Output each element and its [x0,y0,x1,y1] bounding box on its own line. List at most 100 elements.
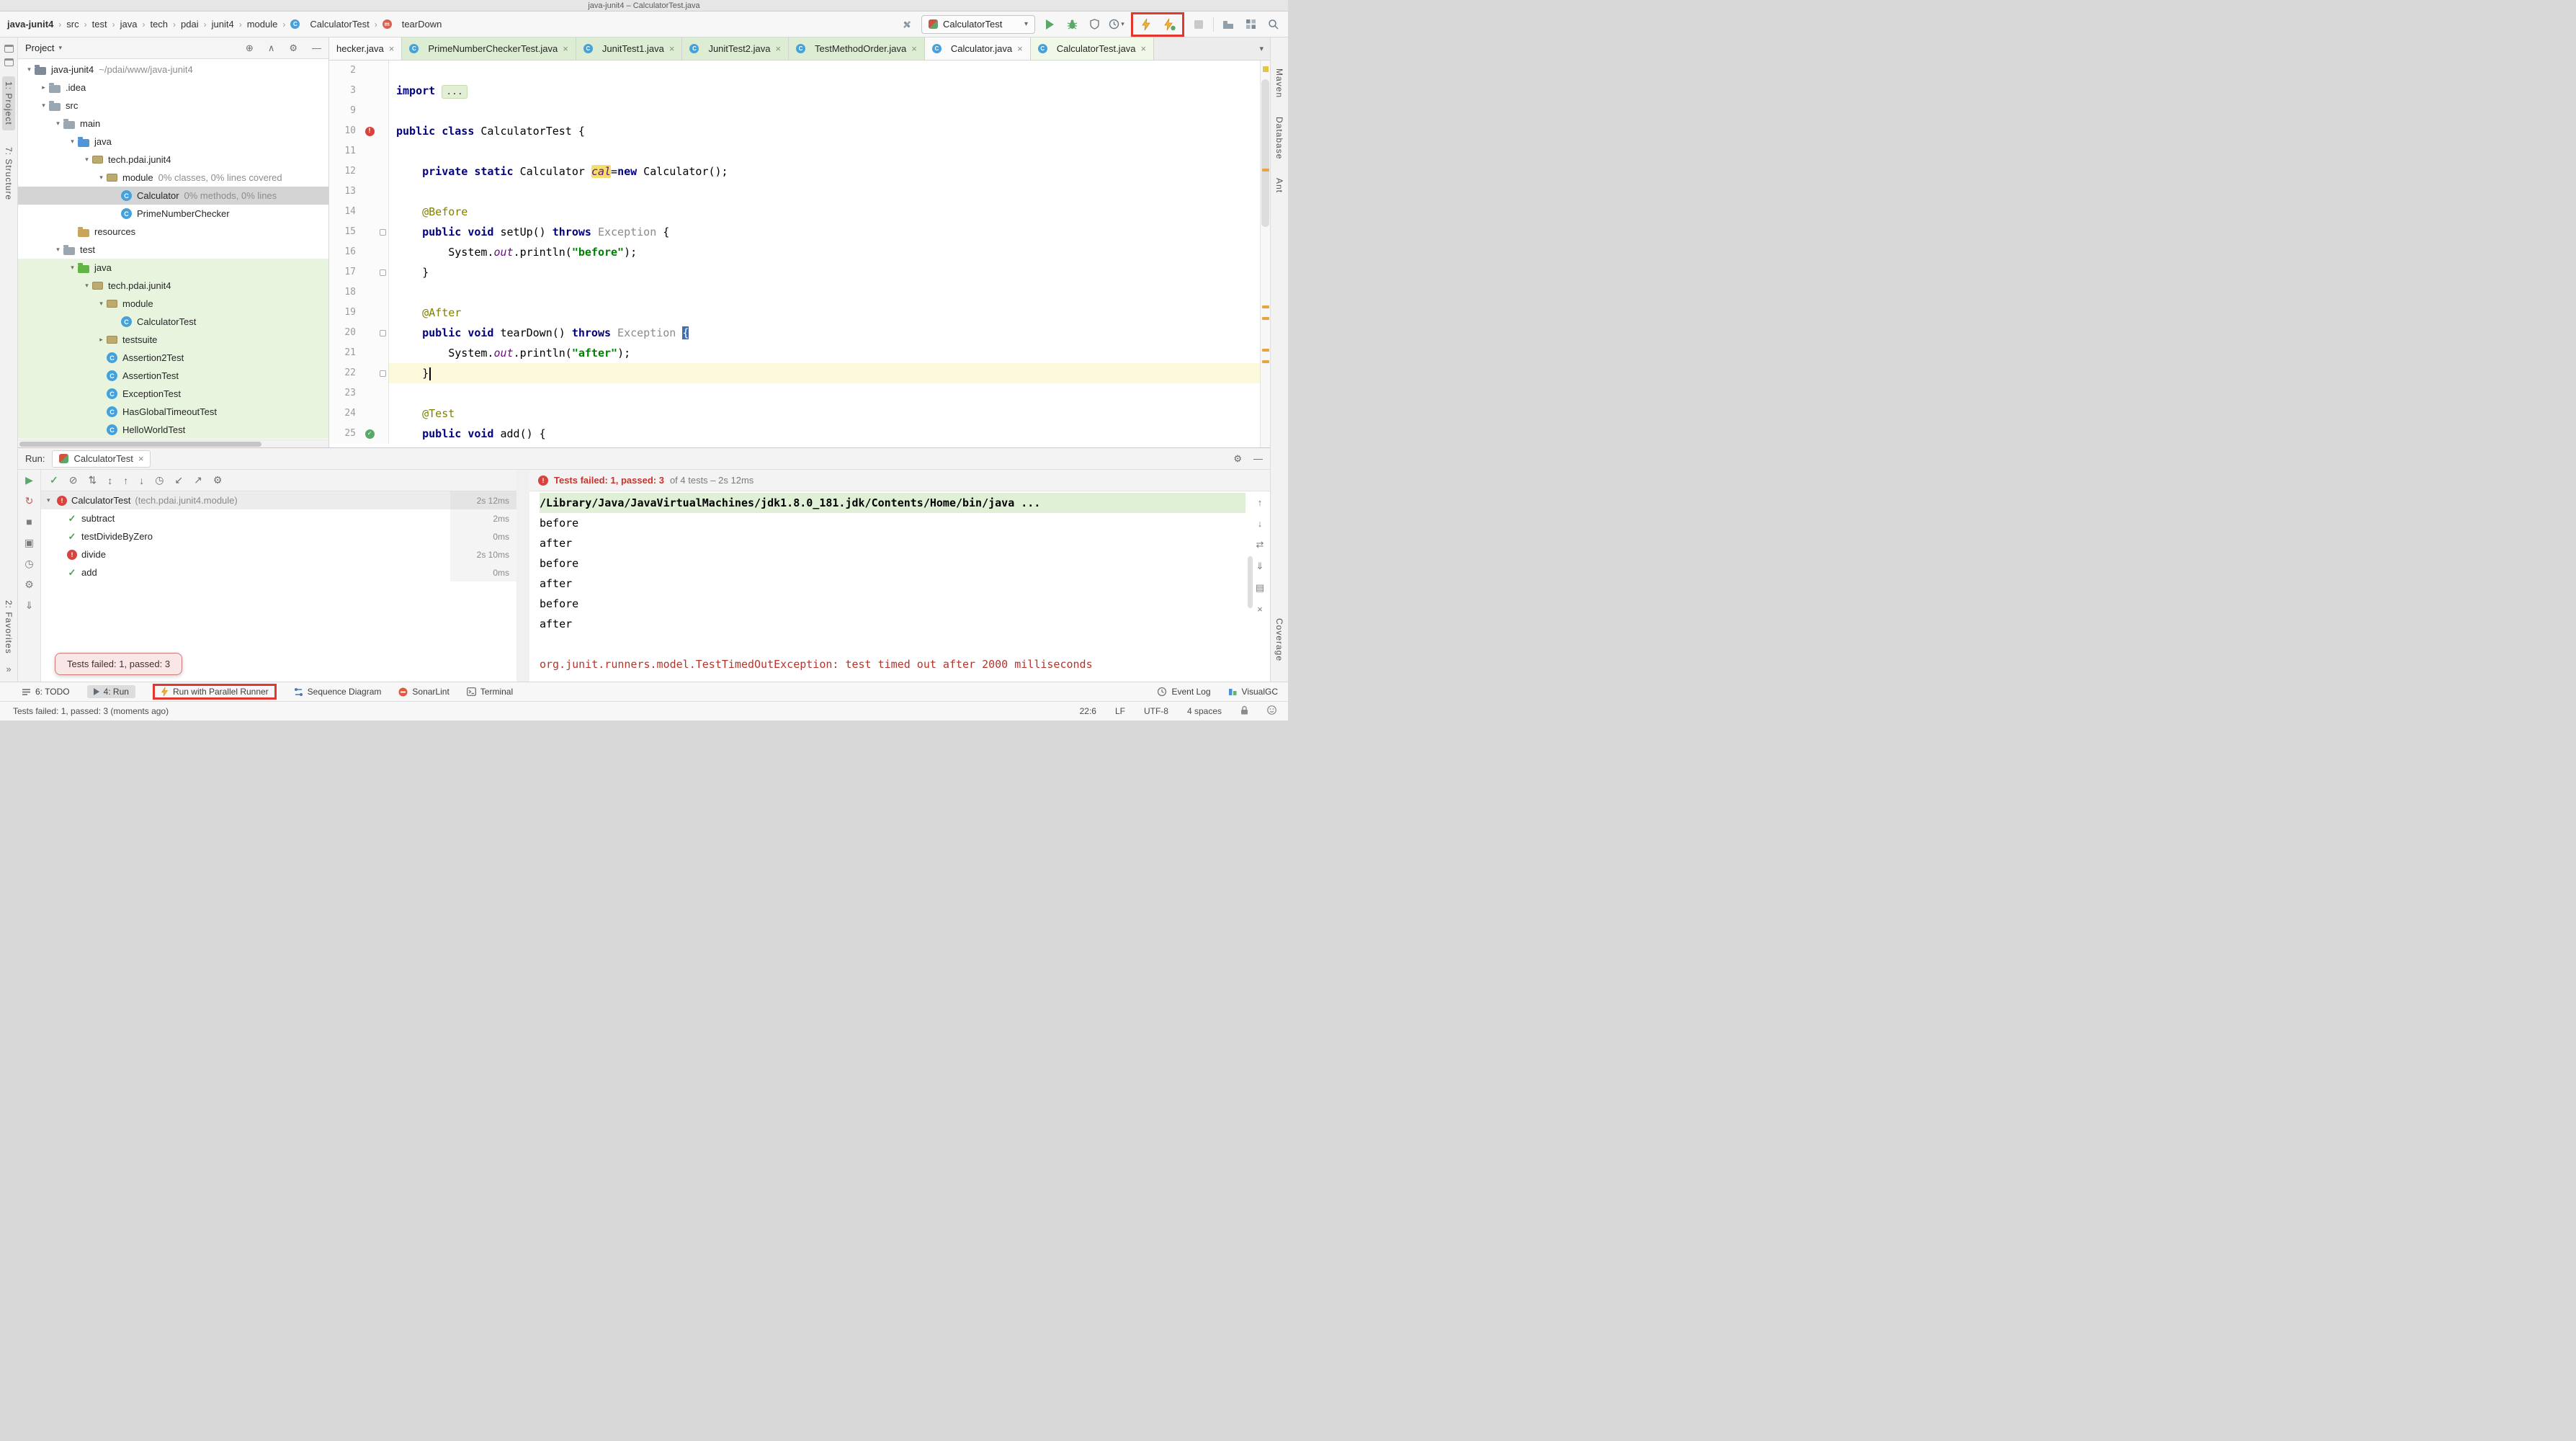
tree-item[interactable]: ▸testsuite [18,331,328,349]
tree-item[interactable]: CAssertion2Test [18,349,328,367]
stripe-mark[interactable] [1262,360,1269,363]
breadcrumb-item[interactable]: CalculatorTest [310,19,369,30]
sonarlint-button[interactable]: SonarLint [398,687,449,697]
stop-icon[interactable]: ■ [26,517,32,527]
close-icon[interactable]: × [138,453,144,464]
tree-item[interactable]: CHelloWorldTest [18,421,328,439]
visualgc-button[interactable]: VisualGC [1228,687,1278,697]
horizontal-scrollbar[interactable] [18,440,328,447]
tree-item[interactable]: ▾module [18,295,328,313]
status-message[interactable]: Tests failed: 1, passed: 3 (moments ago) [13,706,169,716]
chevron-down-icon[interactable]: ▾ [47,496,57,504]
tool-window-icon[interactable] [4,45,14,53]
editor-tab[interactable]: CTestMethodOrder.java× [789,37,925,60]
breadcrumb-item[interactable]: tech [150,19,168,30]
tree-item[interactable]: ▾java [18,133,328,151]
test-tree-row[interactable]: ! divide 2s 10ms [41,545,516,563]
pane-splitter[interactable] [516,470,529,682]
rerun-icon[interactable]: ▶ [25,475,33,485]
tree-item[interactable]: CPrimeNumberChecker [18,205,328,223]
chevron-down-icon[interactable]: ▾ [81,282,92,290]
highlighting-level-icon[interactable] [1267,705,1276,717]
snapshot-icon[interactable]: ▣ [24,537,34,548]
collapse-all-icon[interactable]: ∧ [268,43,275,54]
run-with-parallel-runner-button[interactable]: Run with Parallel Runner [153,684,277,700]
rerun-failed-tests-icon[interactable]: ↻ [25,496,34,506]
code-editor[interactable]: 2 3import ... 9 10!public class Calculat… [329,61,1270,447]
tree-item[interactable]: CExceptionTest [18,385,328,403]
editor-tab-active[interactable]: CCalculatorTest.java× [1031,37,1154,60]
terminal-button[interactable]: Terminal [467,687,513,697]
folded-code[interactable]: ... [442,85,467,99]
test-tree-row[interactable]: ▾ ! CalculatorTest (tech.pdai.junit4.mod… [41,491,516,509]
settings-icon[interactable]: ⚙ [24,579,34,589]
run-tool-window-button[interactable]: 4: Run [87,685,135,698]
stop-button[interactable] [1191,16,1207,33]
fold-marker-icon[interactable] [380,229,386,236]
breadcrumb-item[interactable]: pdai [181,19,199,30]
lock-icon[interactable] [1240,705,1248,717]
stripe-mark[interactable] [1263,66,1269,72]
sidebar-item-structure[interactable]: 7: Structure [4,147,14,200]
tree-item[interactable]: ▾src [18,97,328,115]
gear-icon[interactable]: ⚙ [213,474,223,486]
breadcrumb-item[interactable]: module [247,19,278,30]
test-history-icon[interactable]: ◷ [155,474,164,486]
clear-console-icon[interactable]: × [1257,604,1263,615]
run-with-coverage-button[interactable] [1086,16,1102,33]
todo-button[interactable]: 6: TODO [22,687,70,697]
editor-tab[interactable]: CCalculator.java× [925,37,1031,60]
error-stripe[interactable] [1260,61,1270,447]
show-passed-icon[interactable]: ✓ [50,474,58,486]
sidebar-item-coverage[interactable]: Coverage [1274,618,1284,661]
close-icon[interactable]: × [775,43,781,54]
line-ending[interactable]: LF [1115,706,1125,716]
run-button[interactable] [1042,16,1057,33]
tree-item[interactable]: CAssertionTest [18,367,328,385]
gear-icon[interactable]: ⚙ [289,43,298,54]
hide-panel-icon[interactable]: — [1253,453,1263,464]
test-tree-row[interactable]: ✓ subtract 2ms [41,509,516,527]
tree-item[interactable]: ▾main [18,115,328,133]
tree-item[interactable]: ▾module0% classes, 0% lines covered [18,169,328,187]
sequence-diagram-button[interactable]: Sequence Diagram [294,687,382,697]
print-icon[interactable]: ▤ [1256,582,1264,594]
test-tree-row[interactable]: ✓ add 0ms [41,563,516,581]
soft-wrap-icon[interactable]: ⇄ [1256,539,1264,550]
tree-item-selected[interactable]: CCalculator0% methods, 0% lines [18,187,328,205]
sidebar-item-maven[interactable]: Maven [1274,68,1284,98]
chevron-down-icon[interactable]: ▾ [24,66,35,73]
more-tool-windows-icon[interactable]: » [6,664,11,674]
tab-list-chevron-icon[interactable]: ▾ [1253,37,1270,60]
up-stack-trace-icon[interactable]: ↑ [1258,497,1263,508]
fold-marker-icon[interactable] [380,370,386,377]
breadcrumb-item[interactable]: junit4 [212,19,234,30]
editor-tab[interactable]: CJunitTest1.java× [576,37,683,60]
project-structure-icon[interactable] [1220,16,1236,33]
previous-failed-test-icon[interactable]: ↑ [123,475,128,486]
pin-tab-icon[interactable]: ⇓ [25,600,34,610]
caret-position[interactable]: 22:6 [1080,706,1096,716]
breadcrumb-item[interactable]: java [120,19,138,30]
close-icon[interactable]: × [563,43,568,54]
breadcrumb-item[interactable]: java-junit4 [7,19,53,30]
sort-by-duration-icon[interactable]: ⇅ [88,474,97,486]
sidebar-item-favorites[interactable]: 2: Favorites [4,600,14,654]
file-encoding[interactable]: UTF-8 [1144,706,1168,716]
down-stack-trace-icon[interactable]: ↓ [1258,518,1263,529]
breadcrumb-item[interactable]: src [66,19,79,30]
editor-tab[interactable]: CPrimeNumberCheckerTest.java× [402,37,576,60]
chevron-down-icon[interactable]: ▾ [96,174,107,182]
locate-file-icon[interactable]: ⊕ [246,43,254,54]
close-icon[interactable]: × [911,43,917,54]
chevron-down-icon[interactable]: ▾ [67,264,78,272]
run-class-gutter-icon[interactable]: ! [365,127,375,136]
tree-item[interactable]: CHasGlobalTimeoutTest [18,403,328,421]
sort-alphabetically-icon[interactable]: ↕ [107,475,112,486]
sidebar-item-database[interactable]: Database [1274,117,1284,159]
scrollbar-thumb[interactable] [19,442,261,447]
tree-item[interactable]: ▾tech.pdai.junit4 [18,151,328,169]
chevron-down-icon[interactable]: ▾ [38,102,49,110]
chevron-right-icon[interactable]: ▸ [38,84,49,92]
close-icon[interactable]: × [1017,43,1023,54]
